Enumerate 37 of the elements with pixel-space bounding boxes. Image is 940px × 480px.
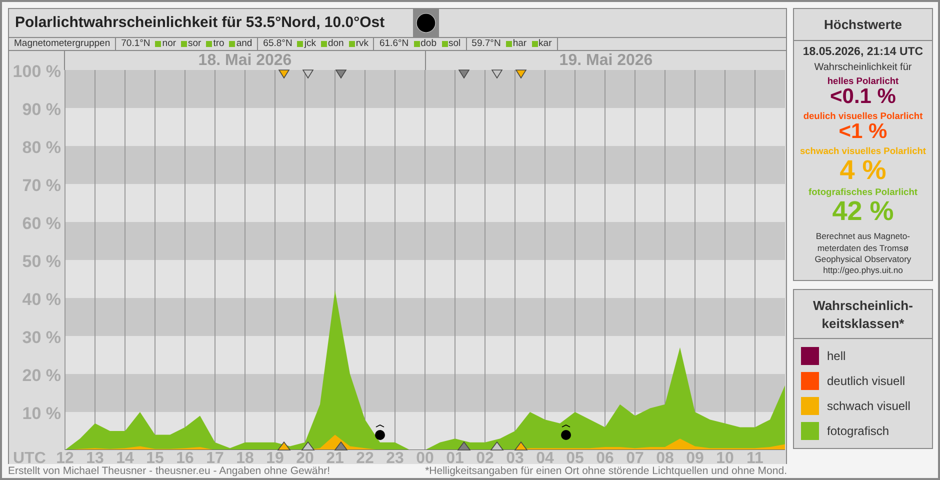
station-label: tro <box>213 38 224 50</box>
magnetometer-label: Magnetometergruppen <box>14 38 110 50</box>
credit-text: Erstellt von Michael Theusner - theusner.eu - Angaben ohne Gewähr! <box>8 465 330 477</box>
class-value: <0.1 % <box>830 86 896 108</box>
maxima-heading: Höchstwerte <box>794 9 932 41</box>
latitude-label: 59.7°N <box>472 38 501 50</box>
class-value: 4 % <box>840 156 886 184</box>
legend-label: deutlich visuell <box>827 374 906 388</box>
legend-label: fotografisch <box>827 424 890 438</box>
station-label: sor <box>188 38 202 50</box>
legend-label: schwach visuell <box>827 399 910 414</box>
latitude-label: 61.6°N <box>379 38 409 50</box>
legend-label: hell <box>827 349 846 364</box>
moon-icon <box>416 13 436 33</box>
class-value: <1 % <box>838 120 888 143</box>
chart-title: Polarlichtwahrscheinlichkeit für 53.5°Nord, 10.0°Ost <box>14 13 386 33</box>
station-label: sol <box>448 38 461 50</box>
station-label: don <box>328 38 344 50</box>
class-label: helles Polarlicht <box>827 76 899 86</box>
station-label: dob <box>420 38 436 50</box>
class-label: deulich visuelles Polarlicht <box>803 110 923 121</box>
latitude-label: 70.1°N <box>121 38 150 50</box>
station-label: jck <box>304 38 316 50</box>
class-value: 42 % <box>832 196 894 226</box>
intro-text: Wahrscheinlichkeit für <box>814 62 912 73</box>
station-label: kar <box>538 38 552 50</box>
source-note: Berechnet aus Magneto- meterdaten des Tromsø Geophysical Observatory http://geo.phys.uit.no <box>814 231 912 276</box>
class-label: fotografisches Polarlicht <box>808 186 918 197</box>
footnote-text: *Helligkeitsangaben für einen Ort ohne störende Lichtquellen und ohne Mond. <box>425 465 787 477</box>
station-label: har <box>512 38 527 50</box>
latitude-label: 65.8°N <box>263 38 292 50</box>
class-label: schwach visuelles Polarlicht <box>800 146 926 156</box>
station-label: rvk <box>356 38 368 50</box>
timestamp: 18.05.2026, 21:14 UTC <box>802 46 924 58</box>
station-label: and <box>236 38 252 50</box>
station-label: nor <box>162 38 176 50</box>
legend-heading: Wahrscheinlich- keitsklassen* <box>794 290 932 340</box>
